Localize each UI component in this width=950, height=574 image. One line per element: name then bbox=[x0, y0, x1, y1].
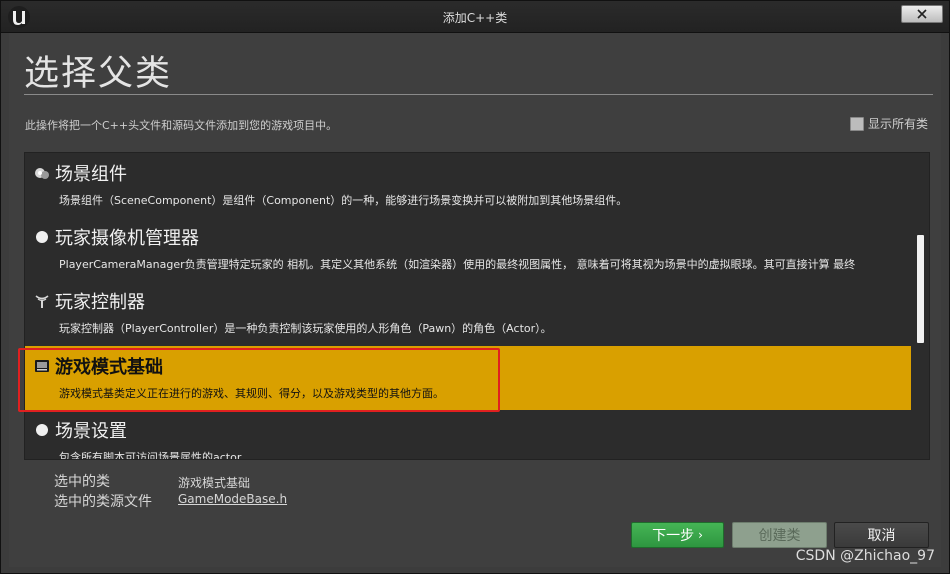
dialog-content: 选择父类 此操作将把一个C++头文件和源码文件添加到您的游戏项目中。 显示所有类… bbox=[9, 33, 941, 567]
class-item-player-camera-manager[interactable]: 玩家摄像机管理器 PlayerCameraManager负责管理特定玩家的 相机… bbox=[25, 217, 911, 281]
close-button[interactable] bbox=[901, 5, 943, 23]
chevron-right-icon: › bbox=[698, 528, 703, 542]
title-bar[interactable]: 添加C++类 bbox=[1, 1, 949, 33]
page-title: 选择父类 bbox=[24, 54, 173, 94]
list-scrollbar[interactable] bbox=[916, 153, 926, 459]
class-item-scene-component[interactable]: 场景组件 场景组件（SceneComponent）是组件（Component）的… bbox=[25, 153, 911, 217]
class-item-title: 场景组件 bbox=[55, 164, 127, 185]
next-button[interactable]: 下一步 › bbox=[631, 522, 724, 548]
selected-class-label: 选中的类 bbox=[54, 474, 110, 490]
class-item-description: 场景组件（SceneComponent）是组件（Component）的一种，能够… bbox=[59, 194, 628, 207]
next-button-label: 下一步 bbox=[652, 528, 695, 544]
scene-component-icon bbox=[35, 168, 49, 179]
watermark-text: CSDN @Zhichao_97 bbox=[795, 548, 935, 564]
close-icon bbox=[917, 9, 927, 19]
create-class-button[interactable]: 创建类 bbox=[732, 522, 827, 548]
selected-source-file-link[interactable]: GameModeBase.h bbox=[178, 492, 287, 506]
class-item-title: 玩家摄像机管理器 bbox=[55, 228, 199, 249]
class-item-description: 玩家控制器（PlayerController）是一种负责控制该玩家使用的人形角色… bbox=[59, 322, 552, 335]
class-item-player-controller[interactable]: 玩家控制器 玩家控制器（PlayerController）是一种负责控制该玩家使… bbox=[25, 281, 911, 345]
selected-source-label: 选中的类源文件 bbox=[54, 494, 152, 510]
world-settings-icon bbox=[36, 424, 48, 436]
show-all-classes-toggle[interactable]: 显示所有类 bbox=[849, 115, 928, 132]
show-all-checkbox[interactable] bbox=[849, 116, 864, 131]
class-item-title: 玩家控制器 bbox=[55, 292, 145, 313]
add-cpp-class-dialog: 添加C++类 选择父类 此操作将把一个C++头文件和源码文件添加到您的游戏项目中… bbox=[0, 0, 950, 574]
window-title: 添加C++类 bbox=[442, 11, 508, 25]
dialog-description: 此操作将把一个C++头文件和源码文件添加到您的游戏项目中。 bbox=[25, 119, 338, 132]
class-item-title: 游戏模式基础 bbox=[55, 357, 163, 378]
class-item-description: 包含所有脚本可访问场景属性的actor bbox=[59, 451, 242, 460]
class-item-game-mode-base[interactable]: 游戏模式基础 游戏模式基类定义正在进行的游戏、其规则、得分，以及游戏类型的其他方… bbox=[25, 346, 911, 410]
show-all-label: 显示所有类 bbox=[867, 117, 928, 131]
class-item-description: 游戏模式基类定义正在进行的游戏、其规则、得分，以及游戏类型的其他方面。 bbox=[59, 387, 444, 400]
parent-class-list[interactable]: 场景组件 场景组件（SceneComponent）是组件（Component）的… bbox=[24, 152, 930, 460]
game-mode-icon bbox=[35, 360, 49, 372]
cancel-button[interactable]: 取消 bbox=[834, 522, 929, 548]
class-item-title: 场景设置 bbox=[55, 421, 127, 442]
class-item-description: PlayerCameraManager负责管理特定玩家的 相机。其定义其他系统（… bbox=[59, 258, 856, 271]
player-controller-icon bbox=[35, 295, 49, 308]
list-scrollbar-thumb[interactable] bbox=[917, 235, 924, 343]
camera-manager-icon bbox=[36, 231, 48, 243]
class-item-world-settings[interactable]: 场景设置 包含所有脚本可访问场景属性的actor bbox=[25, 410, 911, 460]
selected-class-value: 游戏模式基础 bbox=[178, 476, 251, 490]
header-divider bbox=[24, 94, 933, 95]
